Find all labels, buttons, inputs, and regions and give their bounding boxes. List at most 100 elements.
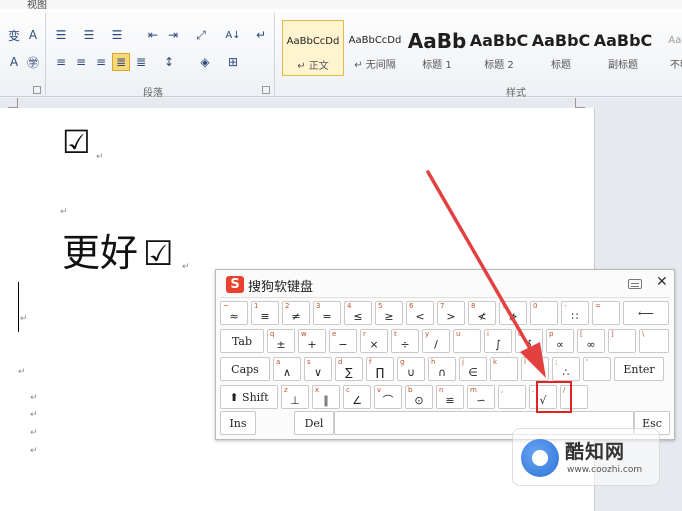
key-row2-13[interactable]: \ (639, 329, 669, 353)
key-row3-3[interactable]: d ∑ (335, 357, 363, 381)
ribbon-button-row2-1[interactable]: ㊫ (24, 53, 42, 71)
key-row1-7[interactable]: 7 > (437, 301, 465, 325)
key-row3-10[interactable]: ; ∴ (552, 357, 580, 381)
key-row3-2[interactable]: s ∨ (304, 357, 332, 381)
style-preview: AaBbCcDd (348, 35, 402, 46)
paragraph-mark: ↵ (96, 152, 104, 162)
ribbon-button-row1-5[interactable]: ⇤ (144, 26, 162, 44)
key-row1-12[interactable]: = (592, 301, 620, 325)
style-tile[interactable]: AaBbC 标题 2 (468, 20, 530, 76)
key-symbol: ≤ (353, 310, 363, 323)
key-row2-10[interactable]: p ∝ (546, 329, 574, 353)
key-row3-0[interactable]: Caps (220, 357, 270, 381)
paragraph-mark: ↵ (30, 446, 38, 456)
key-row4-5[interactable]: b ⊙ (405, 385, 433, 409)
ribbon-button-row1-4[interactable]: ☰ (108, 26, 126, 44)
ribbon-button-row2-5[interactable]: ≣ (112, 53, 130, 71)
key-row3-11[interactable]: ' (583, 357, 611, 381)
keyboard-icon[interactable] (628, 279, 642, 289)
key-row2-5[interactable]: t ÷ (391, 329, 419, 353)
ribbon-button-row1-6[interactable]: ⇥ (164, 26, 182, 44)
ribbon-button-row1-9[interactable]: ↵ (252, 26, 270, 44)
ribbon-button-row2-8[interactable]: ◈ (196, 53, 214, 71)
style-tile[interactable]: AaBbCcDd ↵ 正文 (282, 20, 344, 76)
margin-marker (575, 98, 585, 108)
key-row1-2[interactable]: 2 ≠ (282, 301, 310, 325)
ribbon-button-row2-7[interactable]: ↕ (160, 53, 178, 71)
key-row5-1[interactable]: Del (294, 411, 334, 435)
style-tile[interactable]: AaBbC 不明显 (654, 20, 682, 76)
ribbon-button-row2-9[interactable]: ⊞ (224, 53, 242, 71)
key-row2-1[interactable]: q ± (267, 329, 295, 353)
ribbon-button-row1-0[interactable]: 变 (5, 26, 23, 44)
key-symbol: ∧ (282, 366, 292, 379)
key-symbol: ⟵ (638, 307, 654, 320)
soft-keyboard-panel[interactable]: S 搜狗软键盘 ✕ ~ ≈1 ≡ 2 ≠ 3 = 4 ≤5 ≥6 <7 >8 ≮ 9 ≯ 0 - ∷ = ⟵ Tab q ±… (215, 269, 675, 440)
ribbon-button-row2-0[interactable]: A (5, 53, 23, 71)
paragraph-dialog-launcher-icon[interactable] (262, 86, 270, 94)
key-row1-10[interactable]: 0 (530, 301, 558, 325)
key-symbol: ∽ (476, 394, 486, 407)
key-row2-11[interactable]: [∞ (577, 329, 605, 353)
key-row3-4[interactable]: f ∏ (366, 357, 394, 381)
key-row3-12[interactable]: Enter (614, 357, 664, 381)
style-tile[interactable]: AaBbC 标题 (530, 20, 592, 76)
key-symbol: ∏ (375, 366, 385, 379)
key-row1-4[interactable]: 4 ≤ (344, 301, 372, 325)
key-row3-5[interactable]: g ∪ (397, 357, 425, 381)
ribbon-button-row1-7[interactable]: ⤢ (192, 26, 210, 44)
style-tile[interactable]: AaBb 标题 1 (406, 20, 468, 76)
ribbon-button-row2-6[interactable]: ≣ (132, 53, 150, 71)
key-row1-0[interactable]: ~ ≈ (220, 301, 248, 325)
key-row1-6[interactable]: 6 < (406, 301, 434, 325)
key-row3-1[interactable]: a ∧ (273, 357, 301, 381)
key-row2-12[interactable]: ] (608, 329, 636, 353)
key-row4-6[interactable]: n ≌ (436, 385, 464, 409)
style-tile[interactable]: AaBbC 副标题 (592, 20, 654, 76)
paragraph-mark: ↵ (18, 367, 26, 377)
key-row4-2[interactable]: x ∥ (312, 385, 340, 409)
key-row5-0[interactable]: Ins (220, 411, 256, 435)
tab-view[interactable]: 视图 (27, 0, 47, 9)
key-row3-7[interactable]: j ∈ (459, 357, 487, 381)
key-row4-0[interactable]: ⬆ Shift (220, 385, 278, 409)
key-row2-9[interactable]: o ∮ (515, 329, 543, 353)
key-row1-11[interactable]: - ∷ (561, 301, 589, 325)
key-row2-8[interactable]: i ∫ (484, 329, 512, 353)
key-row4-7[interactable]: m ∽ (467, 385, 495, 409)
key-row2-6[interactable]: y / (422, 329, 450, 353)
key-symbol: ∮ (526, 338, 532, 351)
close-icon[interactable]: ✕ (656, 274, 668, 290)
key-row4-8[interactable]: , (498, 385, 526, 409)
ribbon-button-row2-3[interactable]: ≡ (72, 53, 90, 71)
font-dialog-launcher-icon[interactable] (33, 86, 41, 94)
key-row1-5[interactable]: 5 ≥ (375, 301, 403, 325)
key-row2-3[interactable]: e − (329, 329, 357, 353)
key-row4-4[interactable]: v ⌒ (374, 385, 402, 409)
key-row4-1[interactable]: z ⊥ (281, 385, 309, 409)
paragraph-mark: ↵ (30, 393, 38, 403)
key-row1-1[interactable]: 1 ≡ (251, 301, 279, 325)
key-row2-4[interactable]: r × (360, 329, 388, 353)
key-row2-7[interactable]: u (453, 329, 481, 353)
ribbon-button-row1-3[interactable]: ☰ (80, 26, 98, 44)
key-row2-2[interactable]: w + (298, 329, 326, 353)
key-row1-3[interactable]: 3 = (313, 301, 341, 325)
paragraph-mark: ↵ (30, 428, 38, 438)
key-row1-9[interactable]: 9 ≯ (499, 301, 527, 325)
ribbon-button-row1-2[interactable]: ☰ (52, 26, 70, 44)
ribbon-button-row1-1[interactable]: A (24, 26, 42, 44)
key-row1-13[interactable]: ⟵ (623, 301, 669, 325)
style-tile[interactable]: AaBbCcDd ↵ 无间隔 (344, 20, 406, 76)
key-row3-6[interactable]: h ∩ (428, 357, 456, 381)
key-symbol: Enter (623, 363, 655, 376)
key-row4-3[interactable]: c ∠ (343, 385, 371, 409)
key-row3-8[interactable]: k (490, 357, 518, 381)
ribbon-button-row2-4[interactable]: ≡ (92, 53, 110, 71)
styles-gallery: AaBbCcDd ↵ 正文 AaBbCcDd ↵ 无间隔 AaBb 标题 1 AaBbC 标题… (280, 20, 682, 76)
key-row1-8[interactable]: 8 ≮ (468, 301, 496, 325)
ribbon-button-row2-2[interactable]: ≡ (52, 53, 70, 71)
key-row2-0[interactable]: Tab (220, 329, 264, 353)
key-row3-9[interactable]: l (521, 357, 549, 381)
ribbon-button-row1-8[interactable]: A↓ (224, 26, 242, 44)
